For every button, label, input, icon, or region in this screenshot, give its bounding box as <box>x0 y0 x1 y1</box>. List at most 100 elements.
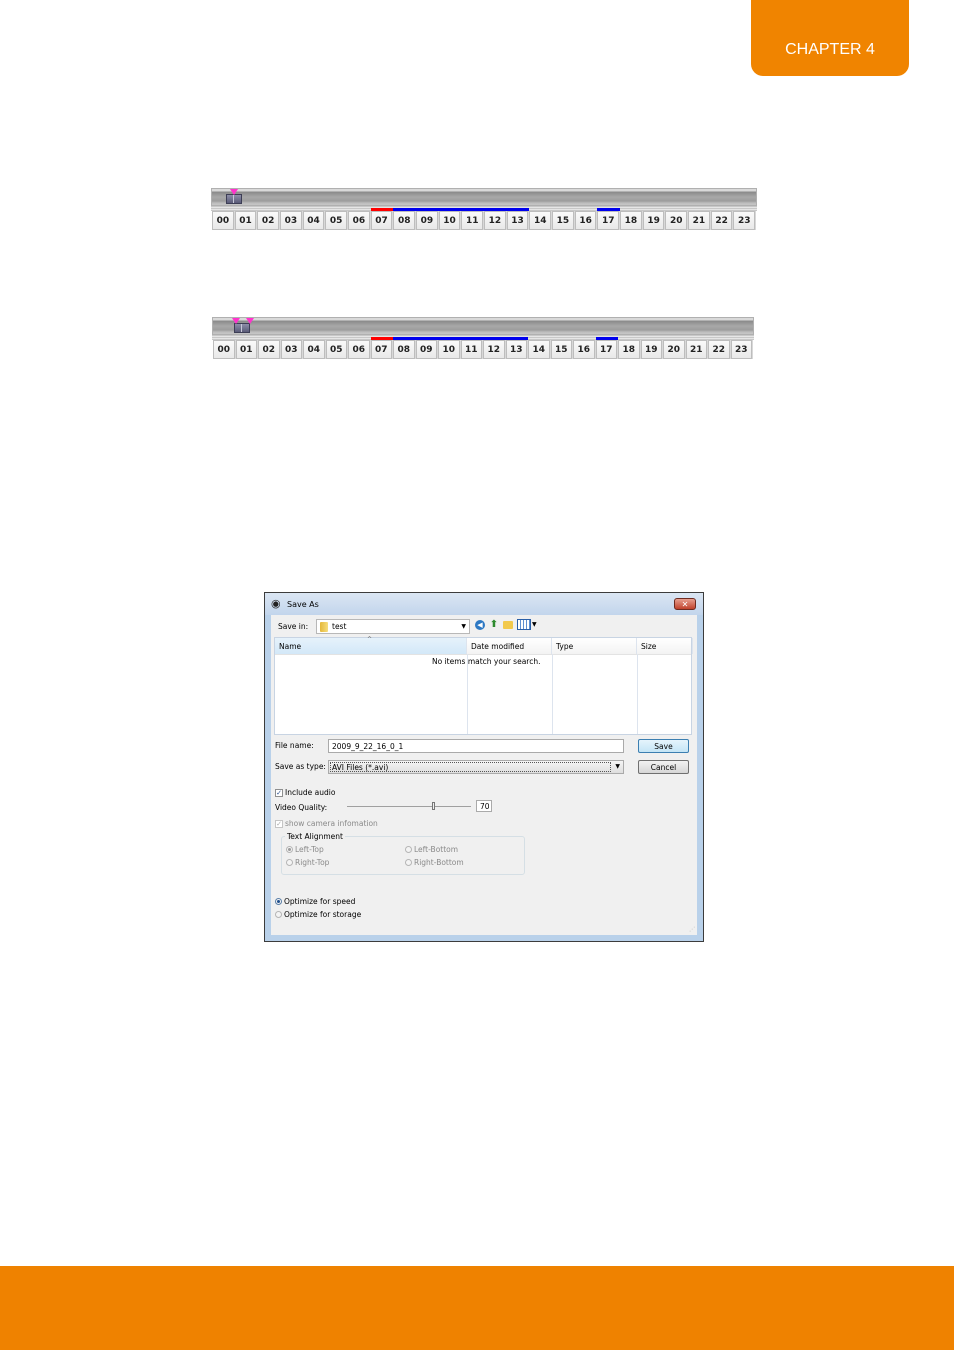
hour-cell-13[interactable]: 13 <box>506 211 529 230</box>
timeline-handle[interactable] <box>234 323 251 333</box>
hour-cell-20[interactable]: 20 <box>665 211 688 230</box>
timeline-2[interactable]: 00 01 02 03 04 05 06 07 08 09 10 11 12 13 14 15 16 17 18 19… <box>212 317 754 360</box>
recording-segment <box>370 208 394 211</box>
optimize-storage-option[interactable]: Optimize for storage <box>275 910 361 919</box>
hour-cell-04[interactable]: 04 <box>302 211 325 230</box>
timeline-track[interactable] <box>212 317 754 335</box>
hour-cell-01[interactable]: 01 <box>234 211 257 230</box>
hour-cell-19[interactable]: 19 <box>640 340 662 359</box>
hour-cell-05[interactable]: 05 <box>325 340 347 359</box>
hour-cell-00[interactable]: 00 <box>213 340 235 359</box>
video-quality-slider-track[interactable] <box>347 806 471 807</box>
hour-cell-03[interactable]: 03 <box>280 340 302 359</box>
hour-cell-23[interactable]: 23 <box>733 211 756 230</box>
include-audio-checkbox[interactable]: ✓ <box>275 788 283 797</box>
file-name-input[interactable]: 2009_9_22_16_0_1 <box>328 739 624 753</box>
hour-cell-16[interactable]: 16 <box>573 340 595 359</box>
align-right-top[interactable]: Right-Top <box>286 858 329 867</box>
file-list[interactable]: Name ^ Date modified Type Size No items … <box>274 636 693 735</box>
chapter-tab: CHAPTER 4 <box>751 0 909 76</box>
time-marker-icon[interactable] <box>246 318 255 324</box>
time-marker-icon[interactable] <box>231 318 240 324</box>
align-right-bottom[interactable]: Right-Bottom <box>405 858 464 867</box>
resize-grip-icon[interactable]: ⋰ <box>689 926 695 933</box>
hour-cell-18[interactable]: 18 <box>620 211 642 230</box>
hour-cell-22[interactable]: 22 <box>710 211 733 230</box>
column-name[interactable]: Name ^ <box>275 636 467 654</box>
dialog-titlebar[interactable]: ◉ Save As ✕ <box>265 593 703 615</box>
hour-cell-10[interactable]: 10 <box>438 211 461 230</box>
recording-segment <box>393 337 528 340</box>
timeline-track[interactable] <box>211 188 757 206</box>
dialog-title: Save As <box>287 599 319 609</box>
column-type[interactable]: Type <box>552 638 637 654</box>
column-size[interactable]: Size <box>637 638 693 654</box>
new-folder-icon[interactable] <box>503 620 513 629</box>
hour-cell-06[interactable]: 06 <box>348 340 370 359</box>
radio-left-top[interactable] <box>286 846 293 853</box>
views-menu-icon[interactable] <box>517 619 531 630</box>
hour-cell-01[interactable]: 01 <box>235 340 257 359</box>
hour-cell-17[interactable]: 17 <box>595 340 617 359</box>
hour-cell-10[interactable]: 10 <box>438 340 460 359</box>
show-camera-info-row[interactable]: ✓ show camera infomation <box>275 819 378 828</box>
hour-cell-12[interactable]: 12 <box>483 340 505 359</box>
video-quality-slider-thumb[interactable] <box>432 802 435 810</box>
include-audio-row[interactable]: ✓ Include audio <box>275 788 335 797</box>
hour-cell-19[interactable]: 19 <box>642 211 665 230</box>
timeline-handle[interactable] <box>225 194 242 204</box>
hour-cell-07[interactable]: 07 <box>370 340 392 359</box>
hour-cell-11[interactable]: 11 <box>460 340 482 359</box>
save-button[interactable]: Save <box>638 739 689 753</box>
hour-cell-15[interactable]: 15 <box>550 340 572 359</box>
hour-cell-23[interactable]: 23 <box>730 340 752 359</box>
hour-cell-03[interactable]: 03 <box>280 211 302 230</box>
timeline-1[interactable]: 00 01 02 03 04 05 06 07 08 09 10 11 12 13 14 15 16 17 18 19… <box>211 188 757 231</box>
radio-right-bottom[interactable] <box>405 859 412 866</box>
radio-optimize-speed[interactable] <box>275 898 282 905</box>
align-left-top[interactable]: Left-Top <box>286 845 324 854</box>
hour-cell-21[interactable]: 21 <box>688 211 710 230</box>
align-left-bottom[interactable]: Left-Bottom <box>405 845 458 854</box>
hour-cell-08[interactable]: 08 <box>393 340 415 359</box>
save-as-type-select[interactable]: AVI Files (*.avi) ▼ <box>328 760 624 774</box>
hour-cell-02[interactable]: 02 <box>257 211 280 230</box>
footer-band <box>0 1266 954 1350</box>
hour-cell-16[interactable]: 16 <box>574 211 597 230</box>
back-icon[interactable]: ◀ <box>475 619 485 630</box>
cancel-button[interactable]: Cancel <box>638 760 689 774</box>
hour-cell-14[interactable]: 14 <box>528 340 550 359</box>
close-button[interactable]: ✕ <box>674 598 696 610</box>
hour-cell-00[interactable]: 00 <box>212 211 234 230</box>
video-quality-value[interactable]: 70 <box>476 800 492 812</box>
column-divider <box>552 654 553 734</box>
chevron-down-icon[interactable]: ▼ <box>532 621 537 628</box>
hour-cell-22[interactable]: 22 <box>708 340 730 359</box>
hour-cell-09[interactable]: 09 <box>416 211 438 230</box>
save-in-combo[interactable]: test ▼ <box>316 619 470 634</box>
show-camera-info-checkbox[interactable]: ✓ <box>275 819 283 828</box>
hour-cell-18[interactable]: 18 <box>618 340 640 359</box>
optimize-speed-option[interactable]: Optimize for speed <box>275 897 355 906</box>
hour-cell-07[interactable]: 07 <box>370 211 393 230</box>
hour-cell-13[interactable]: 13 <box>505 340 527 359</box>
hour-cell-11[interactable]: 11 <box>461 211 484 230</box>
hour-cell-14[interactable]: 14 <box>529 211 552 230</box>
hour-cell-20[interactable]: 20 <box>663 340 685 359</box>
hour-cell-04[interactable]: 04 <box>303 340 325 359</box>
radio-optimize-storage[interactable] <box>275 911 282 918</box>
radio-left-bottom[interactable] <box>405 846 412 853</box>
hour-cell-12[interactable]: 12 <box>484 211 506 230</box>
hour-cell-08[interactable]: 08 <box>393 211 416 230</box>
hour-cell-17[interactable]: 17 <box>597 211 620 230</box>
hour-cell-05[interactable]: 05 <box>325 211 348 230</box>
hour-cell-06[interactable]: 06 <box>348 211 370 230</box>
hour-cell-21[interactable]: 21 <box>685 340 707 359</box>
column-date-modified[interactable]: Date modified <box>467 638 552 654</box>
hour-cell-09[interactable]: 09 <box>415 340 437 359</box>
radio-right-top[interactable] <box>286 859 293 866</box>
time-marker-icon[interactable] <box>229 189 238 195</box>
up-folder-icon[interactable]: ⬆ <box>489 619 499 630</box>
hour-cell-02[interactable]: 02 <box>258 340 280 359</box>
hour-cell-15[interactable]: 15 <box>552 211 574 230</box>
